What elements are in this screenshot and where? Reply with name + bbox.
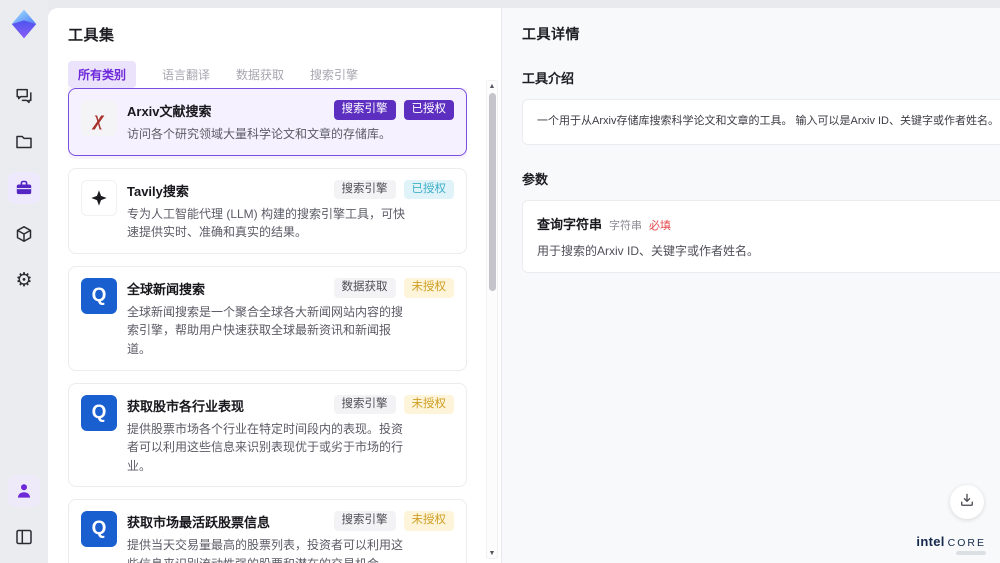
tool-item-body: 全球新闻搜索 数据获取 未授权 全球新闻搜索是一个聚合全球各大新闻网站内容的搜索… <box>127 277 454 359</box>
panel-layout-icon <box>14 527 34 547</box>
tool-description: 专为人工智能代理 (LLM) 构建的搜索引擎工具，可快速提供实时、准确和真实的结… <box>127 206 406 240</box>
tool-item-body: 获取市场最活跃股票信息 搜索引擎 未授权 提供当天交易量最高的股票列表，投资者可… <box>127 511 454 563</box>
param-type: 字符串 <box>609 219 643 232</box>
intro-heading: 工具介绍 <box>522 71 575 86</box>
tools-panel: 工具集 所有类别语言翻译数据获取搜索引擎 χ Q <box>48 8 501 563</box>
details-title: 工具详情 <box>522 26 580 42</box>
cube-icon <box>14 224 34 244</box>
tab-1[interactable]: 语言翻译 <box>162 66 210 83</box>
sidebar: ⚙ <box>0 0 48 563</box>
category-tag: 搜索引擎 <box>333 179 396 200</box>
tool-title: 获取股市各行业表现 <box>127 398 245 414</box>
app-window: ⚙ 工具集 所有类别 语言翻译 数据获取 搜索引擎 χ Arxiv文献搜索 搜索… <box>0 0 1000 563</box>
list-scrollbar[interactable]: ▲ ▼ <box>486 80 498 559</box>
intel-core-logo: intel CORE <box>916 534 986 555</box>
scrollbar-thumb[interactable] <box>488 93 496 291</box>
intel-sub-badge <box>956 551 986 555</box>
download-icon <box>958 491 976 514</box>
category-tag: 搜索引擎 <box>333 394 396 415</box>
tool-title: Arxiv文献搜索 <box>127 104 212 119</box>
main-surface: 工具集 所有类别语言翻译数据获取搜索引擎 χ Q <box>48 8 1000 563</box>
category-tag: 搜索引擎 <box>333 100 396 120</box>
tool-description: 全球新闻搜索是一个聚合全球各大新闻网站内容的搜索引擎，帮助用户快速获取全球最新资… <box>127 304 404 356</box>
tool-list-item[interactable]: χ Q <box>68 382 467 488</box>
tool-item-body: Tavily搜索 搜索引擎 已授权 专为人工智能代理 (LLM) 构建的搜索引擎… <box>127 179 454 242</box>
category-tag: 搜索引擎 <box>333 511 396 532</box>
intel-wordmark: intel <box>916 534 945 549</box>
folder-icon <box>14 132 34 152</box>
tool-tags: 数据获取 未授权 <box>333 277 454 298</box>
user-icon <box>14 481 34 501</box>
gear-icon: ⚙ <box>15 268 33 291</box>
arxiv-icon: χ <box>94 105 104 130</box>
sidebar-item-account[interactable] <box>8 475 40 507</box>
tool-list-item[interactable]: χ Q <box>68 499 467 563</box>
tool-list: χ Q <box>68 88 467 563</box>
sidebar-item-chat[interactable] <box>8 80 40 112</box>
briefcase-icon <box>14 178 34 198</box>
param-required-badge: 必填 <box>649 219 672 232</box>
tool-tags: 搜索引擎 未授权 <box>333 511 454 532</box>
auth-status-badge: 已授权 <box>403 100 454 120</box>
sidebar-item-files[interactable] <box>8 126 40 158</box>
param-card: 查询字符串 字符串 必填 用于搜索的Arxiv ID、关键字或作者姓名。 <box>522 199 1000 273</box>
category-tag: 数据获取 <box>333 277 396 298</box>
page-title: 工具集 <box>68 27 115 44</box>
tool-description: 访问各个研究领域大量科学论文和文章的存储库。 <box>127 127 392 141</box>
category-tabs: 所有类别 语言翻译 数据获取 搜索引擎 <box>68 61 481 88</box>
tool-title: Tavily搜索 <box>127 183 189 199</box>
tool-item-body: Arxiv文献搜索 搜索引擎 已授权 访问各个研究领域大量科学论文和文章的存储库… <box>127 100 454 144</box>
tool-tags: 搜索引擎 已授权 <box>333 100 454 120</box>
tool-tags: 搜索引擎 未授权 <box>333 394 454 415</box>
tavily-star-icon <box>82 181 116 215</box>
auth-status-badge: 已授权 <box>403 179 454 200</box>
sidebar-item-tools[interactable] <box>8 172 40 204</box>
tool-icon: χ Q <box>81 394 117 431</box>
tool-title: 获取市场最活跃股票信息 <box>127 515 271 531</box>
sidebar-item-settings[interactable]: ⚙ <box>8 264 40 296</box>
tab-3[interactable]: 搜索引擎 <box>310 66 358 83</box>
tool-icon: χ Q <box>81 179 117 216</box>
sidebar-item-packages[interactable] <box>8 218 40 250</box>
tool-list-item[interactable]: χ Q <box>68 88 467 156</box>
tool-item-body: 获取股市各行业表现 搜索引擎 未授权 提供股票市场各个行业在特定时间段内的表现。… <box>127 394 454 476</box>
params-heading: 参数 <box>522 171 549 187</box>
tool-icon: χ Q <box>81 277 117 314</box>
tool-description: 提供当天交易量最高的股票列表，投资者可以利用这些信息来识别流动性强的股票和潜在的… <box>127 538 404 563</box>
tool-list-item[interactable]: χ Q <box>68 265 467 371</box>
scroll-down-arrow-icon[interactable]: ▼ <box>487 548 497 558</box>
auth-status-badge: 未授权 <box>403 394 454 415</box>
core-wordmark: CORE <box>947 537 986 549</box>
chat-icon <box>14 86 34 106</box>
tool-icon: χ Q <box>81 511 117 548</box>
stock-app-icon: Q <box>91 518 107 540</box>
tab-0[interactable]: 所有类别 <box>68 61 137 88</box>
stock-app-icon: Q <box>91 401 107 423</box>
app-logo-icon[interactable] <box>8 8 40 40</box>
auth-status-badge: 未授权 <box>403 277 454 298</box>
sidebar-item-collapse[interactable] <box>8 521 40 553</box>
tab-2[interactable]: 数据获取 <box>236 66 284 83</box>
download-button[interactable] <box>950 485 984 519</box>
tool-title: 全球新闻搜索 <box>127 281 206 297</box>
param-name: 查询字符串 <box>537 216 603 232</box>
tool-tags: 搜索引擎 已授权 <box>333 179 454 200</box>
scroll-up-arrow-icon[interactable]: ▲ <box>487 81 497 91</box>
auth-status-badge: 未授权 <box>403 511 454 532</box>
tool-list-item[interactable]: χ Q <box>68 167 467 254</box>
tool-description: 提供股票市场各个行业在特定时间段内的表现。投资者可以利用这些信息来识别表现优于或… <box>127 421 404 473</box>
details-panel: 工具详情 工具介绍 一个用于从Arxiv存储库搜索科学论文和文章的工具。 输入可… <box>501 8 1000 563</box>
tool-icon: χ Q <box>81 100 117 136</box>
param-description: 用于搜索的Arxiv ID、关键字或作者姓名。 <box>537 243 760 258</box>
tool-intro-text: 一个用于从Arxiv存储库搜索科学论文和文章的工具。 输入可以是Arxiv ID… <box>537 115 999 127</box>
stock-app-icon: Q <box>91 284 107 306</box>
